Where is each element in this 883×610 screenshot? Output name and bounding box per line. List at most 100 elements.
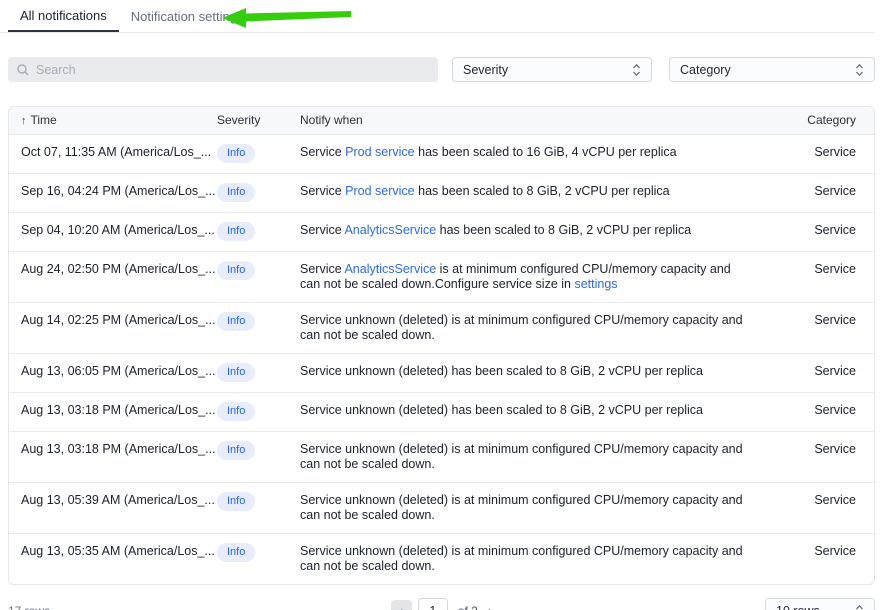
- cell-category: Service: [779, 302, 874, 353]
- severity-select-label: Severity: [463, 63, 508, 77]
- notify-text: Service unknown (deleted) is at minimum …: [300, 493, 743, 522]
- notify-link[interactable]: AnalyticsService: [344, 262, 436, 276]
- page-size-label: 10 rows: [776, 604, 820, 610]
- notify-text: Service unknown (deleted) is at minimum …: [300, 313, 743, 342]
- cell-category: Service: [779, 212, 874, 251]
- column-header-notify-when: Notify when: [300, 107, 779, 134]
- cell-notify-when: Service unknown (deleted) is at minimum …: [300, 313, 747, 343]
- page-size-select[interactable]: 10 rows: [765, 598, 875, 610]
- category-select[interactable]: Category: [669, 57, 875, 82]
- notify-text: Service: [300, 145, 345, 159]
- severity-badge: Info: [217, 222, 255, 241]
- chevron-updown-icon: [855, 63, 864, 77]
- table-row: Aug 24, 02:50 PM (America/Los_... Info S…: [9, 251, 874, 302]
- notify-text: has been scaled to 16 GiB, 4 vCPU per re…: [415, 145, 677, 159]
- notifications-table: ↑ Time Severity Notify when Category Oct …: [8, 106, 875, 585]
- cell-category: Service: [779, 353, 874, 392]
- severity-badge: Info: [217, 261, 255, 280]
- cell-time: Sep 16, 04:24 PM (America/Los_...: [9, 173, 217, 212]
- table-footer: 17 rows ‹ of 2 › 10 rows: [8, 598, 875, 610]
- severity-badge: Info: [217, 183, 255, 202]
- table-body: Oct 07, 11:35 AM (America/Los_... Info S…: [9, 134, 874, 584]
- tab-all-notifications[interactable]: All notifications: [8, 0, 119, 32]
- notify-link[interactable]: Prod service: [345, 145, 414, 159]
- table-row: Sep 04, 10:20 AM (America/Los_... Info S…: [9, 212, 874, 251]
- table-row: Aug 14, 02:25 PM (America/Los_... Info S…: [9, 302, 874, 353]
- cell-category: Service: [779, 482, 874, 533]
- cell-notify-when: Service unknown (deleted) is at minimum …: [300, 493, 747, 523]
- row-count-label: 17 rows: [8, 604, 391, 610]
- sort-ascending-icon: ↑: [21, 115, 27, 127]
- cell-notify-when: Service AnalyticsService is at minimum c…: [300, 262, 747, 292]
- notify-text: Service unknown (deleted) is at minimum …: [300, 442, 743, 471]
- severity-badge: Info: [217, 312, 255, 331]
- cell-time: Aug 13, 05:35 AM (America/Los_...: [9, 533, 217, 584]
- cell-notify-when: Service unknown (deleted) has been scale…: [300, 364, 747, 379]
- notify-text: has been scaled to 8 GiB, 2 vCPU per rep…: [415, 184, 670, 198]
- severity-badge: Info: [217, 402, 255, 421]
- search-icon: [17, 64, 29, 76]
- category-select-label: Category: [680, 63, 731, 77]
- cell-category: Service: [779, 134, 874, 173]
- tab-bar: All notifications Notification settings: [0, 0, 875, 33]
- cell-category: Service: [779, 173, 874, 212]
- column-header-time-label: Time: [31, 113, 57, 127]
- notify-text: Service unknown (deleted) has been scale…: [300, 364, 703, 378]
- cell-notify-when: Service Prod service has been scaled to …: [300, 184, 747, 199]
- green-arrow-annotation: [222, 7, 353, 29]
- cell-time: Aug 13, 06:05 PM (America/Los_...: [9, 353, 217, 392]
- cell-time: Aug 13, 03:18 PM (America/Los_...: [9, 392, 217, 431]
- cell-notify-when: Service AnalyticsService has been scaled…: [300, 223, 747, 238]
- notify-text: Service: [300, 262, 344, 276]
- severity-badge: Info: [217, 492, 255, 511]
- severity-badge: Info: [217, 543, 255, 562]
- pagination: ‹ of 2 ›: [391, 598, 492, 610]
- search-box[interactable]: [8, 57, 438, 82]
- cell-category: Service: [779, 533, 874, 584]
- notify-text: Service: [300, 184, 345, 198]
- notify-text: has been scaled to 8 GiB, 2 vCPU per rep…: [436, 223, 691, 237]
- cell-time: Aug 13, 05:39 AM (America/Los_...: [9, 482, 217, 533]
- cell-time: Aug 14, 02:25 PM (America/Los_...: [9, 302, 217, 353]
- table-row: Sep 16, 04:24 PM (America/Los_... Info S…: [9, 173, 874, 212]
- notify-text: Service: [300, 223, 344, 237]
- chevron-updown-icon: [855, 604, 864, 610]
- search-input[interactable]: [36, 63, 429, 77]
- column-header-time[interactable]: ↑ Time: [9, 107, 217, 134]
- chevron-updown-icon: [632, 63, 641, 77]
- notifications-page: All notifications Notification settings …: [0, 0, 883, 610]
- cell-category: Service: [779, 392, 874, 431]
- table-row: Aug 13, 03:18 PM (America/Los_... Info S…: [9, 431, 874, 482]
- cell-notify-when: Service unknown (deleted) is at minimum …: [300, 442, 747, 472]
- cell-notify-when: Service unknown (deleted) has been scale…: [300, 403, 747, 418]
- notify-text: Service unknown (deleted) has been scale…: [300, 403, 703, 417]
- cell-notify-when: Service unknown (deleted) is at minimum …: [300, 544, 747, 574]
- page-of-label: of 2: [458, 604, 478, 610]
- table-row: Aug 13, 03:18 PM (America/Los_... Info S…: [9, 392, 874, 431]
- prev-page-button[interactable]: ‹: [391, 600, 412, 610]
- severity-badge: Info: [217, 441, 255, 460]
- table-header-row: ↑ Time Severity Notify when Category: [9, 107, 874, 134]
- cell-category: Service: [779, 251, 874, 302]
- cell-category: Service: [779, 431, 874, 482]
- table-row: Oct 07, 11:35 AM (America/Los_... Info S…: [9, 134, 874, 173]
- column-header-severity: Severity: [217, 107, 300, 134]
- severity-badge: Info: [217, 144, 255, 163]
- page-number-input[interactable]: [418, 598, 448, 610]
- severity-badge: Info: [217, 363, 255, 382]
- table-row: Aug 13, 06:05 PM (America/Los_... Info S…: [9, 353, 874, 392]
- notify-link[interactable]: settings: [574, 277, 617, 291]
- table-row: Aug 13, 05:39 AM (America/Los_... Info S…: [9, 482, 874, 533]
- cell-time: Oct 07, 11:35 AM (America/Los_...: [9, 134, 217, 173]
- notify-link[interactable]: Prod service: [345, 184, 414, 198]
- severity-select[interactable]: Severity: [452, 57, 652, 82]
- notify-link[interactable]: AnalyticsService: [344, 223, 436, 237]
- cell-time: Aug 13, 03:18 PM (America/Los_...: [9, 431, 217, 482]
- column-header-category: Category: [779, 107, 874, 134]
- cell-time: Aug 24, 02:50 PM (America/Los_...: [9, 251, 217, 302]
- table-row: Aug 13, 05:35 AM (America/Los_... Info S…: [9, 533, 874, 584]
- cell-time: Sep 04, 10:20 AM (America/Los_...: [9, 212, 217, 251]
- cell-notify-when: Service Prod service has been scaled to …: [300, 145, 747, 160]
- notify-text: Service unknown (deleted) is at minimum …: [300, 544, 743, 573]
- filter-row: Severity Category: [8, 57, 875, 82]
